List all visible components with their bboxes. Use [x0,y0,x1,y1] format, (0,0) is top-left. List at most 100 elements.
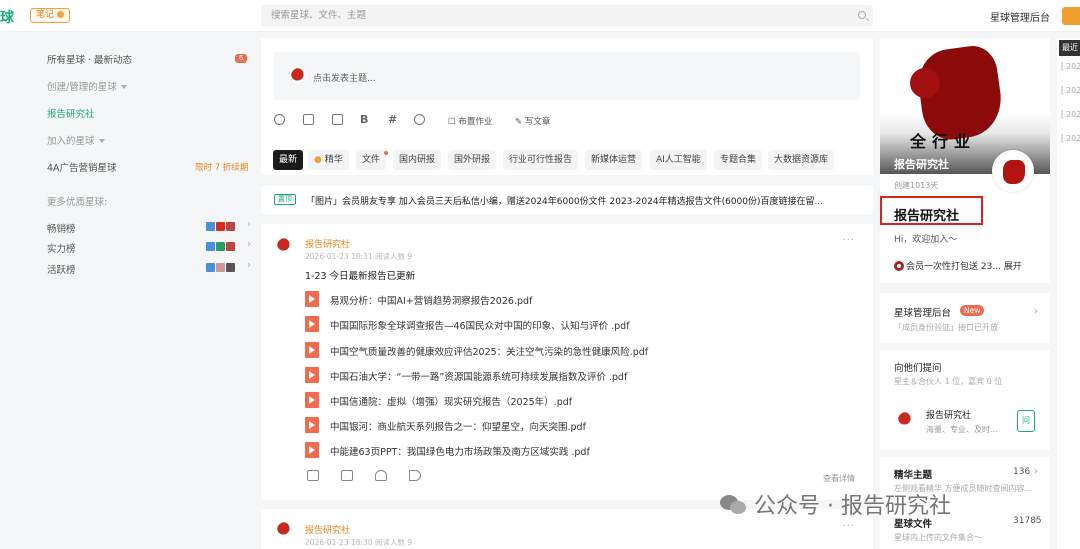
sidebar-section-more: 更多优质星球: [47,197,108,208]
search-input[interactable]: 搜索星球、文件、主题 [261,5,873,27]
post-author[interactable]: 报告研究社 [305,237,350,250]
ask-owner-desc: 海量、专业、及时... [926,425,998,434]
timeline-year[interactable]: 2025 [1061,86,1080,95]
notes-label: 笔记 [36,10,55,20]
more-options-icon[interactable]: ··· [842,235,855,246]
pinned-topic[interactable]: 置顶 「图片」会员朋友专享 加入会员三天后私信小编，赠送2024年6000份文件… [261,186,873,214]
member-offer[interactable]: 会员一次性打包送 23... 展开 [894,259,1022,272]
tab-foreign-reports[interactable]: 国外研报 [448,150,497,170]
tab-featured[interactable]: ● 精华 [308,150,349,170]
post-author[interactable]: 报告研究社 [305,523,350,536]
file-name[interactable]: 中国信通院：虚拟（增强）现实研究报告（2025年）.pdf [330,394,572,408]
comment-icon[interactable] [341,470,353,481]
wechat-watermark: 公众号 · 报告研究社 [720,487,951,521]
chevron-right-icon[interactable]: › [247,219,251,230]
write-article-button[interactable]: ✎ 写文章 [515,115,550,127]
chevron-right-icon[interactable]: › [1034,466,1038,477]
star-icon[interactable] [375,470,387,481]
sidebar-item-rank[interactable]: 畅销榜 [47,221,76,235]
chevron-right-icon[interactable]: › [247,239,251,250]
sidebar-item-rank[interactable]: 活跃榜 [47,262,76,276]
search-icon[interactable] [858,11,866,19]
expand-link[interactable]: 展开 [1004,262,1022,272]
write-label: 写文章 [524,117,551,127]
sidebar-item-active-planet[interactable]: 报告研究社 [47,106,95,120]
site-logo[interactable]: 球 [0,7,14,27]
tab-new-media[interactable]: 新媒体运营 [585,150,643,170]
notes-dot-icon [57,11,65,18]
timeline-recent-tab[interactable]: 最近 [1059,40,1080,56]
file-name[interactable]: 中国空气质量改善的健康效应评估2025：关注空气污染的急性健康风险.pdf [330,344,648,358]
search-placeholder: 搜索星球、文件、主题 [271,10,367,21]
cover-art [910,68,940,98]
sidebar: 所有星球 · 最新动态 6 创建/管理的星球 报告研究社 加入的星球 4A广告营… [0,33,258,549]
planet-profile-card: 全行业 报告研究社 创建1013天 报告研究社 Hi，欢迎加入～ 会员一次性打包… [880,38,1050,283]
hashtag-icon[interactable]: # [388,113,397,126]
ask-owner-name[interactable]: 报告研究社 [926,408,971,421]
timeline-strip: 最近 2026 2025 2024 2023 [1057,38,1080,549]
admin-console-link[interactable]: 星球管理后台 [990,9,1050,24]
pdf-icon [305,367,319,383]
file-name[interactable]: 中国国际形象全球调查报告—46国民众对中国的印象、认知与评价 .pdf [330,318,630,332]
admin-console-card[interactable]: 星球管理后台 New 「成员身份验证」接口已开放 › [880,293,1050,343]
post-meta: 2026-01-23 18:31 阅读人数 9 [305,252,413,261]
bold-icon[interactable]: B [360,113,368,126]
file-name[interactable]: 中国银河：商业航天系列报告之一：仰望星空，向天突围.pdf [330,419,586,433]
pdf-icon [305,291,319,307]
featured-count: 136 [1013,467,1031,477]
timeline-year[interactable]: 2024 [1061,110,1080,119]
tab-feasibility[interactable]: 行业可行性报告 [503,150,579,170]
assign-homework-button[interactable]: ☐ 布置作业 [448,115,492,127]
clock-icon[interactable] [414,114,425,125]
chevron-right-icon[interactable]: › [1034,515,1038,526]
file-name[interactable]: 中能建63页PPT：我国绿色电力市场政策及南方区域实践 .pdf [330,444,590,458]
avatar[interactable] [277,522,293,538]
section-label: 加入的星球 [47,136,95,147]
avatar[interactable] [898,412,914,428]
tab-ai[interactable]: AI人工智能 [650,150,707,170]
pinned-tag: 置顶 [274,194,296,205]
share-icon[interactable] [409,470,421,481]
ask-button[interactable]: 问 [1017,410,1035,432]
tab-files[interactable]: 文件 [356,150,389,170]
avatar[interactable] [992,150,1034,192]
notes-button[interactable]: 笔记 [30,8,71,23]
tab-label: 精华 [324,155,343,165]
rank-avatars [206,263,235,272]
file-name[interactable]: 易观分析：中国AI+营销趋势洞察报告2026.pdf [330,293,532,307]
chevron-right-icon[interactable]: › [247,260,251,271]
avatar [291,68,307,84]
sidebar-item-4a[interactable]: 4A广告营销星球 [47,160,117,174]
tab-domestic-reports[interactable]: 国内研报 [393,150,442,170]
unread-count-badge: 6 [235,54,247,63]
avatar[interactable] [277,238,293,254]
tab-big-data[interactable]: 大数据资源库 [768,150,835,170]
featured-topics-title[interactable]: 精华主题 [894,467,932,481]
vip-badge-icon[interactable] [1062,7,1080,25]
renewal-promo[interactable]: 限时 7 折续期 [195,161,248,173]
files-subtitle: 星球内上传的文件集合～ [894,533,982,542]
timeline-year[interactable]: 2023 [1061,134,1080,143]
sidebar-section-joined[interactable]: 加入的星球 [47,133,105,147]
image-icon[interactable] [303,114,314,125]
more-options-icon[interactable]: ··· [842,521,855,532]
sidebar-item-all-planets[interactable]: 所有星球 · 最新动态 [47,52,132,66]
like-icon[interactable] [307,470,319,481]
file-icon[interactable] [332,114,343,125]
topic-post: 报告研究社 2026-01-23 18:31 阅读人数 9 ··· 1-23 今… [261,224,873,500]
new-badge: New [960,305,985,316]
pinned-text[interactable]: 「图片」会员朋友专享 加入会员三天后私信小编，赠送2024年6000份文件 20… [306,194,861,207]
timeline-year[interactable]: 2026 [1061,62,1080,71]
tab-latest[interactable]: 最新 [273,150,304,170]
file-name[interactable]: 中国石油大学：“一带一路”资源国能源系统可持续发展指数及评价 .pdf [330,369,627,383]
sidebar-item-rank[interactable]: 实力榜 [47,241,76,255]
emoji-icon[interactable] [274,114,285,125]
section-label: 创建/管理的星球 [47,82,117,93]
top-bar: 球 笔记 搜索星球、文件、主题 星球管理后台 [0,0,1080,32]
view-details-link[interactable]: 查看详情 [823,473,855,484]
chevron-down-icon [98,139,105,143]
pdf-icon [305,392,319,408]
planet-name: 报告研究社 [894,209,960,224]
tab-collections[interactable]: 专题合集 [714,150,763,170]
sidebar-section-created[interactable]: 创建/管理的星球 [47,79,127,93]
